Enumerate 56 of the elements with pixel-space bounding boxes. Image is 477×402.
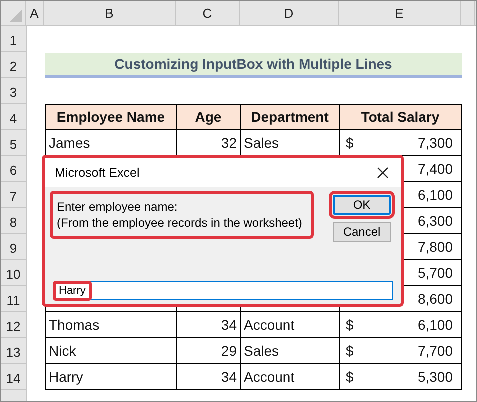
table-cell: 6,100 [418, 186, 453, 202]
column-header[interactable]: E [339, 1, 461, 25]
table-cell: 29 [221, 342, 237, 358]
prompt-text: Enter employee name: (From the employee records in the worksheet) [50, 191, 314, 239]
row-header[interactable]: 12 [1, 312, 26, 338]
table-cell: 5,300 [418, 368, 453, 384]
sheet-title: Customizing InputBox with Multiple Lines [45, 53, 462, 78]
row-header[interactable]: 2 [1, 52, 26, 78]
table-cell: Sales [244, 342, 280, 358]
table-cell: Thomas [49, 316, 100, 332]
table-cell: 6,300 [418, 212, 453, 228]
column-header[interactable]: D [240, 1, 339, 25]
column-header[interactable]: A [26, 1, 44, 25]
column-heading: Department [241, 104, 340, 130]
currency-symbol: $ [346, 134, 354, 150]
row-header[interactable]: 5 [1, 130, 26, 156]
dialog-title: Microsoft Excel [55, 166, 140, 180]
cancel-button[interactable]: Cancel [333, 222, 391, 242]
row-header[interactable]: 1 [1, 26, 26, 52]
table-cell: 7,400 [418, 160, 453, 176]
table-cell: 6,100 [418, 316, 453, 332]
triangle-icon [10, 10, 22, 22]
table-cell: 34 [221, 316, 237, 332]
row-header[interactable]: 8 [1, 208, 26, 234]
close-icon[interactable] [377, 166, 389, 178]
row-header[interactable]: 14 [1, 364, 26, 390]
currency-symbol: $ [346, 368, 354, 384]
row-header[interactable]: 11 [1, 286, 26, 312]
table-cell: Nick [49, 342, 76, 358]
table-cell: Account [244, 316, 295, 332]
row-header[interactable]: 7 [1, 182, 26, 208]
column-heading: Employee Name [45, 104, 177, 130]
column-heading: Age [177, 104, 241, 130]
row-header[interactable]: 10 [1, 260, 26, 286]
input-field[interactable]: Harry [55, 281, 393, 300]
column-header[interactable]: B [44, 1, 176, 25]
table-cell: James [49, 134, 90, 150]
currency-symbol: $ [346, 342, 354, 358]
table-cell: 5,700 [418, 264, 453, 280]
table-cell: 7,700 [418, 342, 453, 358]
column-header[interactable]: C [176, 1, 240, 25]
table-cell: 7,300 [418, 134, 453, 150]
row-header[interactable]: 4 [1, 104, 26, 130]
row-header[interactable]: 3 [1, 78, 26, 104]
currency-symbol: $ [346, 316, 354, 332]
table-cell: 8,600 [418, 290, 453, 306]
table-cell: Sales [244, 134, 280, 150]
table-cell: 7,800 [418, 238, 453, 254]
row-header[interactable]: 6 [1, 156, 26, 182]
table-cell: Harry [49, 368, 84, 384]
table-cell: 32 [221, 134, 237, 150]
table-cell: Account [244, 368, 295, 384]
column-heading: Total Salary [340, 104, 462, 130]
row-header[interactable]: 13 [1, 338, 26, 364]
table-cell: 34 [221, 368, 237, 384]
row-header[interactable]: 9 [1, 234, 26, 260]
